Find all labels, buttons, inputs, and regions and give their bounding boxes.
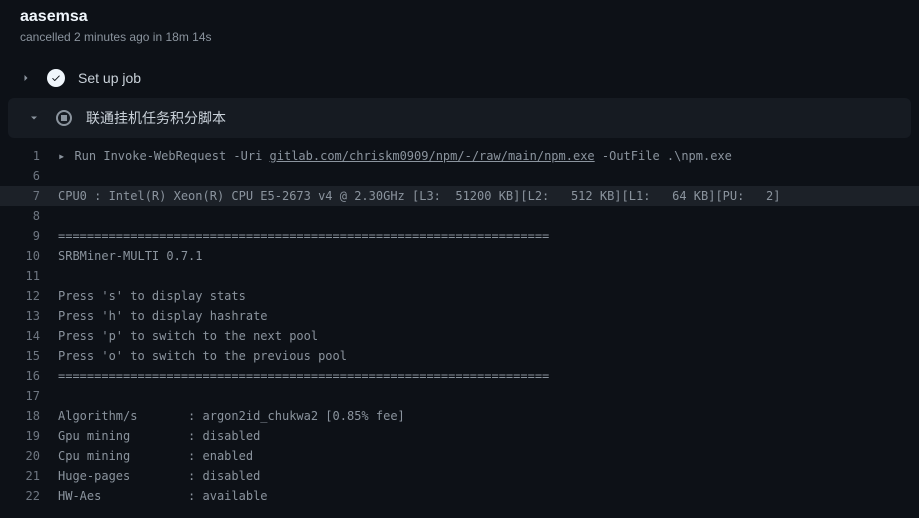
line-number[interactable]: 7 [0, 186, 58, 206]
line-content: CPU0 : Intel(R) Xeon(R) CPU E5-2673 v4 @… [58, 186, 780, 206]
run-suffix: -OutFile .\npm.exe [595, 149, 732, 163]
line-content: Press 's' to display stats [58, 286, 246, 306]
chevron-down-icon[interactable] [26, 110, 42, 126]
workflow-title: aasemsa [20, 8, 899, 26]
log-line: 9=======================================… [0, 226, 919, 246]
collapse-triangle-icon[interactable]: ▸ [58, 149, 72, 163]
line-content: Press 'h' to display hashrate [58, 306, 268, 326]
log-line: 10SRBMiner-MULTI 0.7.1 [0, 246, 919, 266]
line-number[interactable]: 22 [0, 486, 58, 506]
line-content: Cpu mining : enabled [58, 446, 253, 466]
line-number[interactable]: 16 [0, 366, 58, 386]
line-content: Algorithm/s : argon2id_chukwa2 [0.85% fe… [58, 406, 405, 426]
line-content: Gpu mining : disabled [58, 426, 260, 446]
step-label: Set up job [78, 70, 141, 86]
cancelled-icon [54, 108, 74, 128]
line-number[interactable]: 8 [0, 206, 58, 226]
step-setup-job[interactable]: Set up job [0, 58, 919, 98]
workflow-subtitle: cancelled 2 minutes ago in 18m 14s [20, 30, 899, 44]
time-ago: 2 minutes ago [74, 30, 149, 44]
line-number[interactable]: 1 [0, 146, 58, 166]
line-number[interactable]: 10 [0, 246, 58, 266]
run-url-link[interactable]: gitlab.com/chriskm0909/npm/-/raw/main/np… [270, 149, 595, 163]
log-line: 17 [0, 386, 919, 406]
log-line: 16======================================… [0, 366, 919, 386]
line-content: SRBMiner-MULTI 0.7.1 [58, 246, 203, 266]
in-word: in [153, 30, 162, 44]
log-line: 22HW-Aes : available [0, 486, 919, 506]
step-label: 联通挂机任务积分脚本 [86, 108, 226, 128]
line-number[interactable]: 21 [0, 466, 58, 486]
line-content: ▸ Run Invoke-WebRequest -Uri gitlab.com/… [58, 146, 732, 166]
status-text: cancelled [20, 30, 71, 44]
log-line: 11 [0, 266, 919, 286]
log-line: 12Press 's' to display stats [0, 286, 919, 306]
run-prefix: Run Invoke-WebRequest -Uri [74, 149, 269, 163]
log-line: 8 [0, 206, 919, 226]
log-line: 7CPU0 : Intel(R) Xeon(R) CPU E5-2673 v4 … [0, 186, 919, 206]
line-content: Huge-pages : disabled [58, 466, 260, 486]
chevron-right-icon[interactable] [18, 70, 34, 86]
line-content: Press 'p' to switch to the next pool [58, 326, 318, 346]
log-line: 20Cpu mining : enabled [0, 446, 919, 466]
line-content: Press 'o' to switch to the previous pool [58, 346, 347, 366]
log-line: 19Gpu mining : disabled [0, 426, 919, 446]
line-number[interactable]: 6 [0, 166, 58, 186]
line-number[interactable]: 17 [0, 386, 58, 406]
line-number[interactable]: 9 [0, 226, 58, 246]
workflow-header: aasemsa cancelled 2 minutes ago in 18m 1… [0, 0, 919, 58]
line-number[interactable]: 15 [0, 346, 58, 366]
line-content: ========================================… [58, 226, 549, 246]
log-line: 21Huge-pages : disabled [0, 466, 919, 486]
log-line: 14Press 'p' to switch to the next pool [0, 326, 919, 346]
log-line: 13Press 'h' to display hashrate [0, 306, 919, 326]
duration: 18m 14s [165, 30, 211, 44]
line-number[interactable]: 19 [0, 426, 58, 446]
success-icon [46, 68, 66, 88]
log-line: 15Press 'o' to switch to the previous po… [0, 346, 919, 366]
log-line: 18Algorithm/s : argon2id_chukwa2 [0.85% … [0, 406, 919, 426]
log-line: 1▸ Run Invoke-WebRequest -Uri gitlab.com… [0, 146, 919, 166]
line-number[interactable]: 14 [0, 326, 58, 346]
log-line: 6 [0, 166, 919, 186]
line-number[interactable]: 20 [0, 446, 58, 466]
line-content: ========================================… [58, 366, 549, 386]
line-number[interactable]: 12 [0, 286, 58, 306]
log-output: 1▸ Run Invoke-WebRequest -Uri gitlab.com… [0, 138, 919, 506]
line-number[interactable]: 13 [0, 306, 58, 326]
line-number[interactable]: 11 [0, 266, 58, 286]
line-number[interactable]: 18 [0, 406, 58, 426]
line-content: HW-Aes : available [58, 486, 268, 506]
step-script[interactable]: 联通挂机任务积分脚本 [8, 98, 911, 138]
